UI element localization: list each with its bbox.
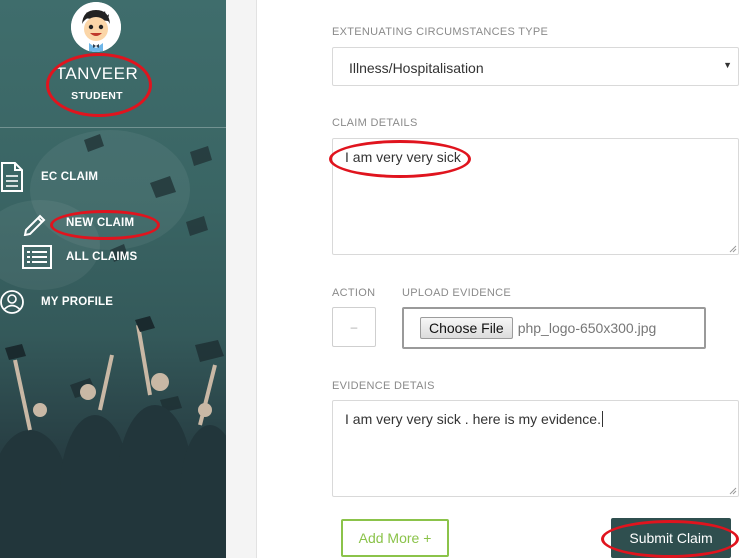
sidebar-item-label: EC CLAIM bbox=[41, 171, 99, 183]
evidence-details-textarea[interactable]: I am very very sick . here is my evidenc… bbox=[332, 400, 739, 497]
sidebar-divider bbox=[0, 127, 226, 128]
claim-details-label: CLAIM DETAILS bbox=[332, 117, 418, 129]
ec-type-value: Illness/Hospitalisation bbox=[349, 60, 484, 76]
resize-grip-icon bbox=[729, 245, 737, 253]
avatar bbox=[71, 2, 121, 52]
sidebar-item-label: MY PROFILE bbox=[41, 296, 114, 308]
selected-file-name: php_logo-650x300.jpg bbox=[517, 320, 657, 336]
claim-details-textarea[interactable]: I am very very sick bbox=[332, 138, 739, 255]
profile-name: TANVEER bbox=[55, 64, 139, 83]
chevron-down-icon: ▼ bbox=[723, 60, 732, 70]
choose-file-button[interactable]: Choose File bbox=[420, 317, 513, 339]
submit-claim-button[interactable]: Submit Claim bbox=[611, 518, 731, 558]
sidebar-item-all-claims[interactable]: ALL CLAIMS bbox=[22, 245, 137, 269]
ec-type-select[interactable]: Illness/Hospitalisation ▼ bbox=[332, 47, 739, 86]
document-icon bbox=[1, 162, 23, 192]
add-more-button[interactable]: Add More + bbox=[341, 519, 449, 557]
sidebar: TANVEER STUDENT EC CLAIM NEW CLAIM ALL C… bbox=[0, 0, 226, 558]
sidebar-item-new-claim[interactable]: NEW CLAIM bbox=[22, 210, 134, 236]
evidence-details-value: I am very very sick . here is my evidenc… bbox=[345, 411, 601, 427]
user-icon bbox=[0, 290, 24, 314]
sidebar-item-label: NEW CLAIM bbox=[66, 217, 135, 229]
text-cursor bbox=[601, 411, 603, 427]
ec-type-label: EXTENUATING CIRCUMSTANCES TYPE bbox=[332, 26, 549, 38]
evidence-details-label: EVIDENCE DETAIS bbox=[332, 380, 435, 392]
profile-role: STUDENT bbox=[71, 90, 123, 102]
list-icon bbox=[22, 245, 52, 269]
graduation-crowd-background bbox=[0, 316, 226, 558]
claim-details-value: I am very very sick bbox=[345, 149, 461, 165]
action-label: ACTION bbox=[332, 287, 376, 299]
action-remove-button[interactable]: – bbox=[332, 307, 376, 347]
page-gutter bbox=[226, 0, 256, 558]
pencil-icon bbox=[23, 214, 46, 236]
upload-evidence-label: UPLOAD EVIDENCE bbox=[402, 287, 512, 299]
resize-grip-icon bbox=[729, 487, 737, 495]
upload-evidence-input[interactable]: Choose File php_logo-650x300.jpg bbox=[402, 307, 706, 349]
sidebar-item-my-profile[interactable]: MY PROFILE bbox=[0, 290, 113, 314]
cartoon-boy-icon bbox=[71, 2, 121, 52]
sidebar-item-ec-claim[interactable]: EC CLAIM bbox=[0, 162, 98, 192]
sidebar-item-label: ALL CLAIMS bbox=[66, 251, 138, 263]
